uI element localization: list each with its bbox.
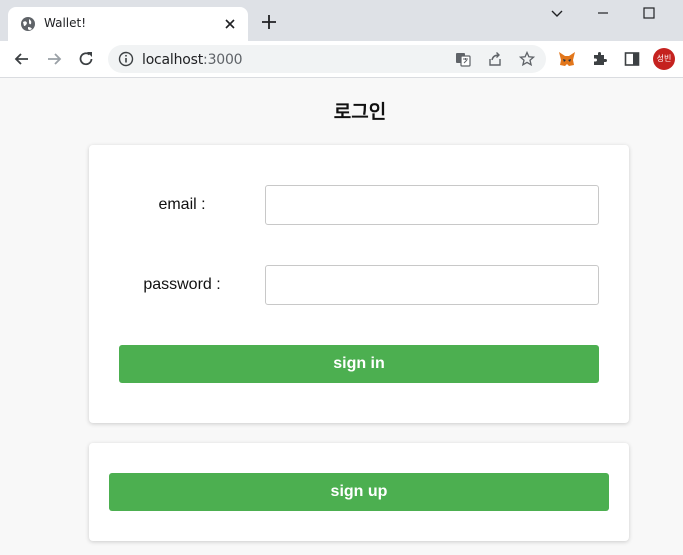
tab-strip: Wallet! [0,0,683,41]
forward-icon[interactable] [44,49,64,69]
reload-icon[interactable] [76,49,96,69]
maximize-icon[interactable] [639,4,659,22]
password-label: password : [143,276,221,293]
globe-icon [21,17,35,31]
back-icon[interactable] [12,49,32,69]
tab-search-icon[interactable] [547,4,567,22]
site-info-icon[interactable] [118,51,134,67]
extensions-puzzle-icon[interactable] [591,50,609,68]
bookmark-star-icon[interactable] [519,51,535,67]
new-tab-icon[interactable] [260,13,278,31]
share-icon[interactable] [487,51,503,67]
signup-card: sign up [89,443,629,541]
page-title: 로그인 [333,101,387,123]
sign-up-button[interactable]: sign up [109,473,609,511]
minimize-icon[interactable] [593,4,613,22]
address-bar[interactable]: localhost:3000 [108,45,546,73]
password-input[interactable] [265,265,599,305]
side-panel-icon[interactable] [623,50,641,68]
profile-avatar[interactable]: 성빈 [653,48,675,70]
email-input[interactable] [265,185,599,225]
metamask-fox-icon[interactable] [558,50,576,68]
sign-in-button[interactable]: sign in [119,345,599,383]
browser-tab[interactable]: Wallet! [8,7,248,41]
login-card: email : password : sign in [89,145,629,423]
close-tab-icon[interactable] [222,16,238,32]
translate-icon[interactable] [455,51,471,67]
email-label: email : [158,196,206,213]
browser-toolbar: localhost:3000 [0,41,683,78]
url-text[interactable]: localhost:3000 [142,52,243,68]
tab-title: Wallet! [44,16,87,30]
